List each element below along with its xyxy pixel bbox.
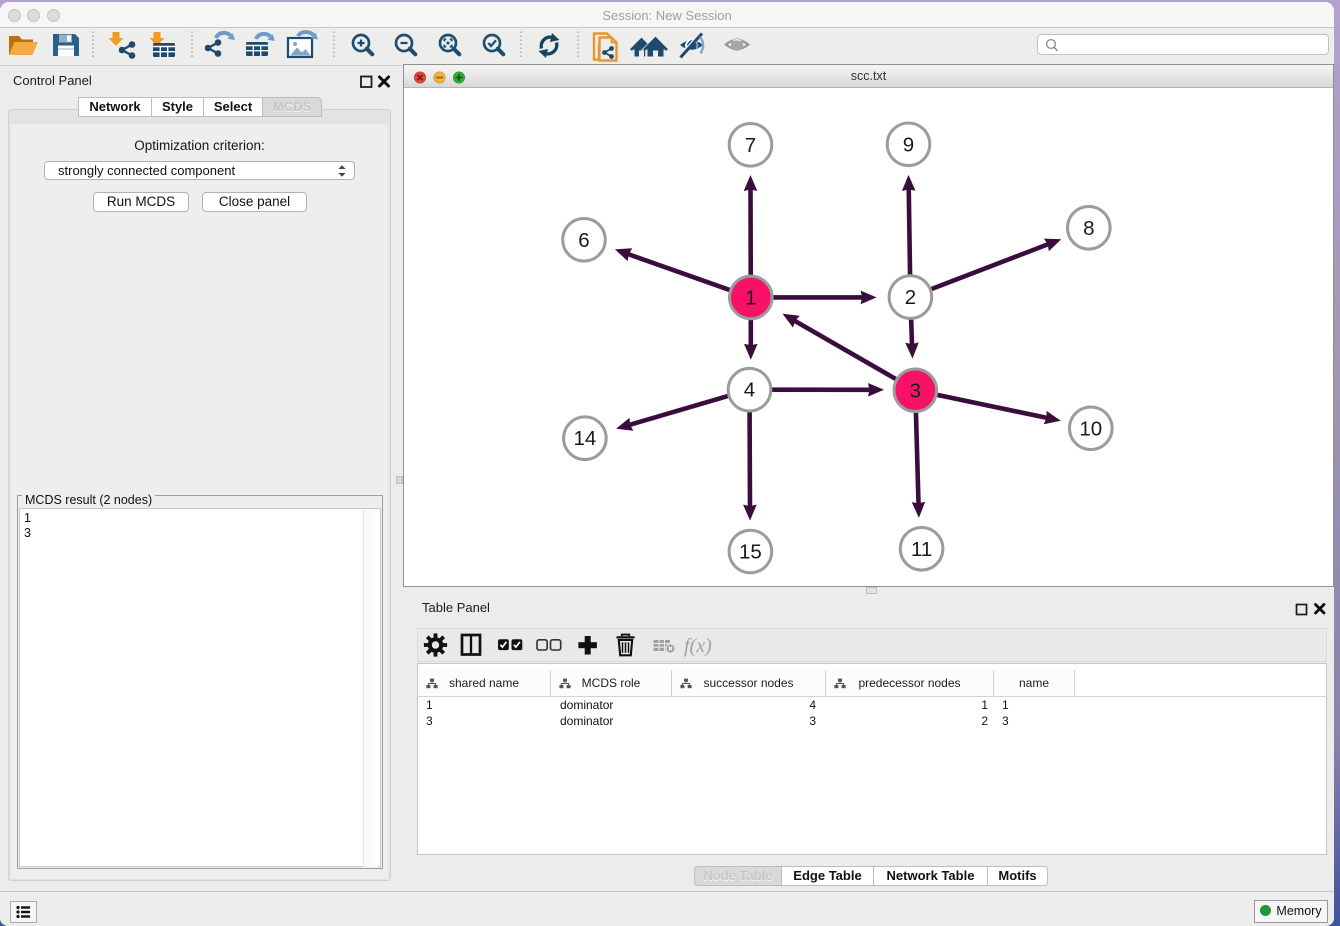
svg-text:f(x): f(x) xyxy=(684,635,712,657)
svg-text:3: 3 xyxy=(910,379,921,402)
svg-text:2: 2 xyxy=(905,286,916,309)
svg-text:15: 15 xyxy=(739,541,762,564)
svg-text:9: 9 xyxy=(903,133,914,156)
svg-text:10: 10 xyxy=(1079,417,1102,440)
svg-text:11: 11 xyxy=(911,538,932,561)
svg-text:7: 7 xyxy=(745,134,756,157)
svg-text:14: 14 xyxy=(573,427,596,450)
svg-text:4: 4 xyxy=(744,379,755,402)
svg-text:6: 6 xyxy=(578,229,589,252)
svg-text:8: 8 xyxy=(1083,217,1094,240)
svg-text:1: 1 xyxy=(745,286,756,309)
